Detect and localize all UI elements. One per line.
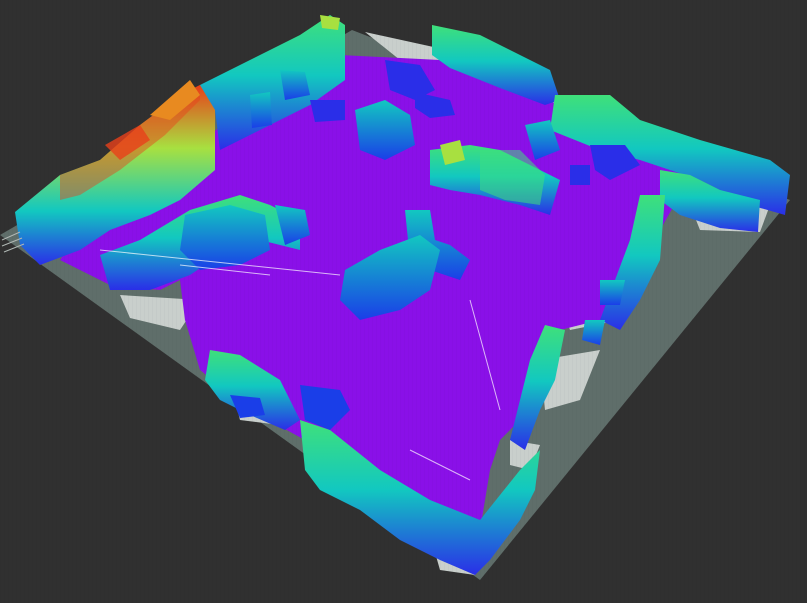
3d-map-viewport[interactable]	[0, 0, 807, 603]
point-cloud-scene[interactable]	[0, 0, 807, 603]
